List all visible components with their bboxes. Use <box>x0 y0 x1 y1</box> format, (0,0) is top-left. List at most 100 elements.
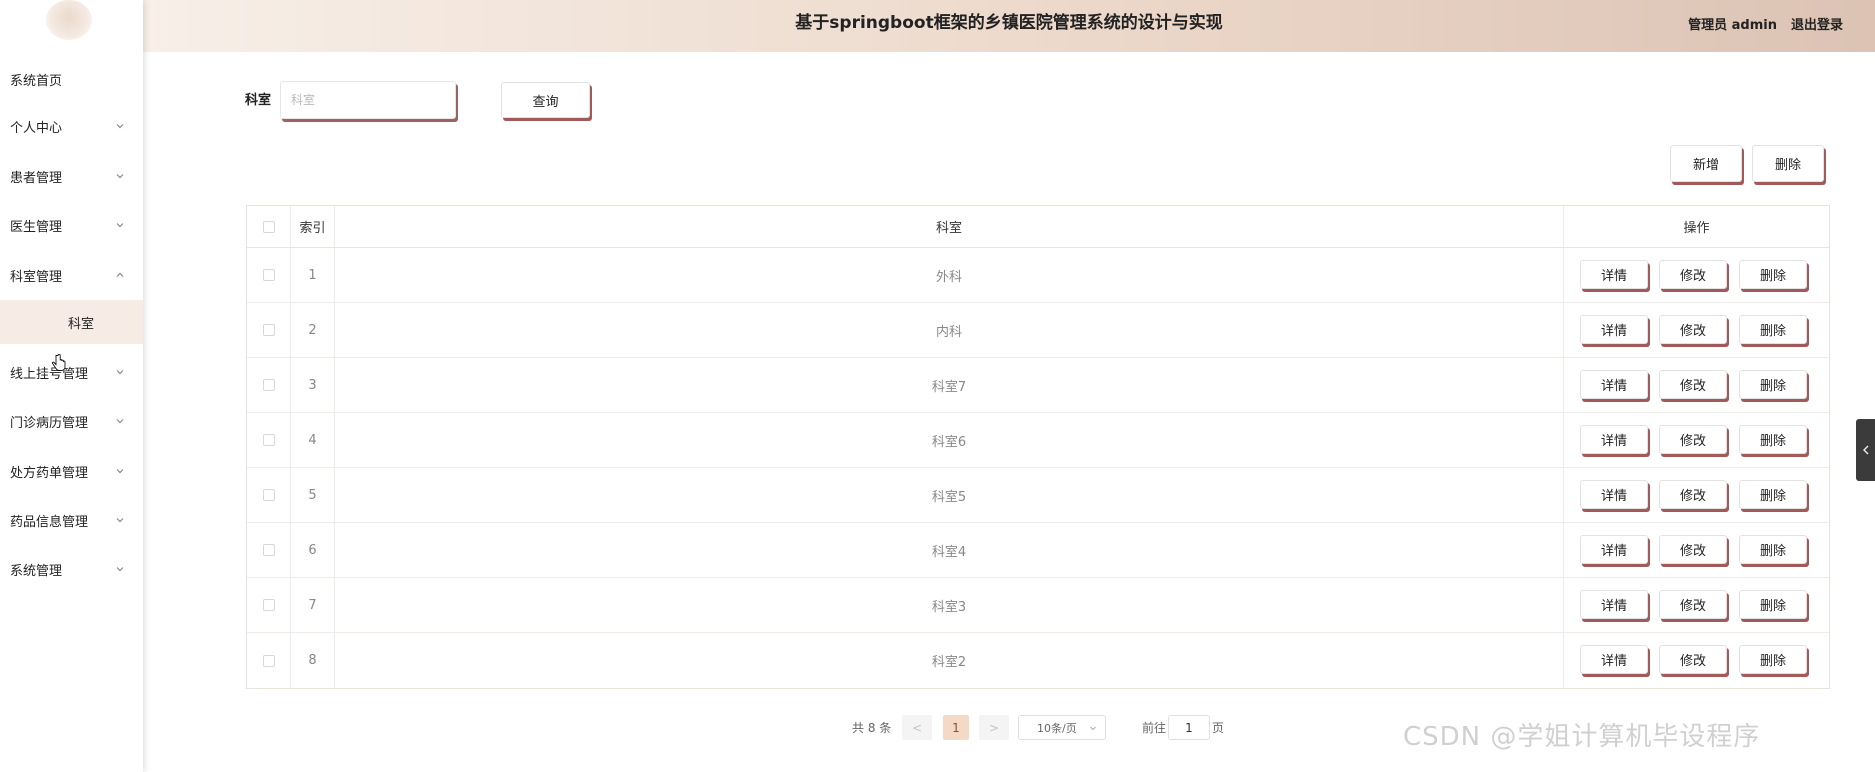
row-ops: 详情 修改 删除 <box>1564 633 1829 688</box>
row-index: 1 <box>291 248 335 302</box>
sidebar-item-registration[interactable]: 线上挂号管理 <box>0 351 143 393</box>
batch-delete-button[interactable]: 删除 <box>1752 145 1824 182</box>
delete-button[interactable]: 删除 <box>1739 315 1807 344</box>
delete-button[interactable]: 删除 <box>1739 370 1807 399</box>
row-checkbox-cell <box>247 248 291 302</box>
delete-button[interactable]: 删除 <box>1739 645 1807 674</box>
sidebar-item-patients[interactable]: 患者管理 <box>0 155 143 197</box>
row-checkbox[interactable] <box>262 269 275 281</box>
goto-label: 前往 <box>1142 721 1167 735</box>
detail-button[interactable]: 详情 <box>1580 645 1648 674</box>
detail-button[interactable]: 详情 <box>1580 480 1648 509</box>
header-checkbox-cell <box>247 206 291 247</box>
search-input[interactable] <box>280 81 456 119</box>
select-all-checkbox[interactable] <box>262 220 275 233</box>
query-button[interactable]: 查询 <box>501 82 590 118</box>
detail-button[interactable]: 详情 <box>1580 370 1648 399</box>
row-index: 4 <box>291 413 335 467</box>
sidebar-item-departments[interactable]: 科室管理 <box>0 254 143 296</box>
chevron-down-icon <box>1089 724 1097 732</box>
chevron-down-icon <box>115 564 125 574</box>
row-index: 6 <box>291 523 335 577</box>
sidebar-item-label: 系统首页 <box>10 73 63 89</box>
sidebar-item-label: 处方药单管理 <box>10 465 89 481</box>
page-number-button[interactable]: 1 <box>943 715 969 740</box>
row-checkbox-cell <box>247 413 291 467</box>
chevron-down-icon <box>115 171 125 181</box>
row-ops: 详情 修改 删除 <box>1564 578 1829 632</box>
chevron-down-icon <box>115 416 125 426</box>
chevron-down-icon <box>115 220 125 230</box>
row-index: 5 <box>291 468 335 522</box>
edit-button[interactable]: 修改 <box>1659 480 1727 509</box>
table-row: 3 科室7 详情 修改 删除 <box>247 358 1829 413</box>
sidebar-item-system[interactable]: 系统管理 <box>0 548 143 590</box>
submenu-item-label: 科室 <box>68 316 95 332</box>
sidebar-item-prescriptions[interactable]: 处方药单管理 <box>0 450 143 492</box>
watermark: CSDN @学姐计算机毕设程序 <box>1403 722 1761 752</box>
delete-button[interactable]: 删除 <box>1739 480 1807 509</box>
row-checkbox-cell <box>247 578 291 632</box>
row-ops: 详情 修改 删除 <box>1564 248 1829 302</box>
row-checkbox[interactable] <box>262 489 275 501</box>
edit-button[interactable]: 修改 <box>1659 590 1727 619</box>
detail-button[interactable]: 详情 <box>1580 315 1648 344</box>
sidebar-item-label: 科室管理 <box>10 269 63 285</box>
detail-button[interactable]: 详情 <box>1580 260 1648 289</box>
detail-button[interactable]: 详情 <box>1580 425 1648 454</box>
delete-button[interactable]: 删除 <box>1739 535 1807 564</box>
row-index: 3 <box>291 358 335 412</box>
page-jump-input[interactable] <box>1168 715 1210 740</box>
row-name: 科室6 <box>335 413 1564 467</box>
row-checkbox[interactable] <box>262 434 275 446</box>
chevron-up-icon <box>115 270 125 280</box>
row-checkbox[interactable] <box>262 599 275 611</box>
sidebar-item-label: 线上挂号管理 <box>10 366 89 382</box>
current-user: 管理员 admin <box>1688 18 1777 33</box>
table-row: 7 科室3 详情 修改 删除 <box>247 578 1829 633</box>
detail-button[interactable]: 详情 <box>1580 590 1648 619</box>
row-checkbox[interactable] <box>262 654 275 667</box>
row-index: 8 <box>291 633 335 688</box>
edit-button[interactable]: 修改 <box>1659 260 1727 289</box>
row-ops: 详情 修改 删除 <box>1564 523 1829 577</box>
row-checkbox-cell <box>247 303 291 357</box>
column-header-ops: 操作 <box>1683 221 1710 236</box>
edit-button[interactable]: 修改 <box>1659 315 1727 344</box>
sidebar-item-label: 个人中心 <box>10 120 63 136</box>
edit-button[interactable]: 修改 <box>1659 535 1727 564</box>
row-ops: 详情 修改 删除 <box>1564 358 1829 412</box>
row-checkbox[interactable] <box>262 379 275 391</box>
edit-button[interactable]: 修改 <box>1659 425 1727 454</box>
edit-button[interactable]: 修改 <box>1659 370 1727 399</box>
next-page-button[interactable]: > <box>979 715 1009 740</box>
sidebar: 系统首页 个人中心 患者管理 医生管理 科室管理 科室 线上挂号管理 门诊病历管… <box>0 0 143 772</box>
row-checkbox[interactable] <box>262 544 275 556</box>
sidebar-item-home[interactable]: 系统首页 <box>0 58 143 100</box>
table-row: 4 科室6 详情 修改 删除 <box>247 413 1829 468</box>
row-checkbox[interactable] <box>262 324 275 336</box>
detail-button[interactable]: 详情 <box>1580 535 1648 564</box>
sidebar-item-label: 患者管理 <box>10 170 63 186</box>
sidebar-item-doctors[interactable]: 医生管理 <box>0 204 143 246</box>
table-row: 8 科室2 详情 修改 删除 <box>247 633 1829 688</box>
logout-link[interactable]: 退出登录 <box>1791 14 1843 33</box>
chevron-left-icon <box>1862 445 1868 455</box>
edit-button[interactable]: 修改 <box>1659 645 1727 674</box>
delete-button[interactable]: 删除 <box>1739 260 1807 289</box>
row-name: 科室5 <box>335 468 1564 522</box>
sidebar-item-profile[interactable]: 个人中心 <box>0 105 143 147</box>
page-size-select[interactable]: 10条/页 <box>1018 715 1106 740</box>
submenu-item-department[interactable]: 科室 <box>0 300 143 344</box>
add-button[interactable]: 新增 <box>1670 145 1742 182</box>
delete-button[interactable]: 删除 <box>1739 425 1807 454</box>
hand-cursor-icon <box>52 354 66 371</box>
search-label: 科室 <box>245 93 272 108</box>
sidebar-item-outpatient-records[interactable]: 门诊病历管理 <box>0 400 143 442</box>
prev-page-button[interactable]: < <box>902 715 932 740</box>
table-row: 5 科室5 详情 修改 删除 <box>247 468 1829 523</box>
collapse-handle[interactable] <box>1856 419 1875 481</box>
sidebar-item-medicines[interactable]: 药品信息管理 <box>0 499 143 541</box>
delete-button[interactable]: 删除 <box>1739 590 1807 619</box>
row-ops: 详情 修改 删除 <box>1564 413 1829 467</box>
